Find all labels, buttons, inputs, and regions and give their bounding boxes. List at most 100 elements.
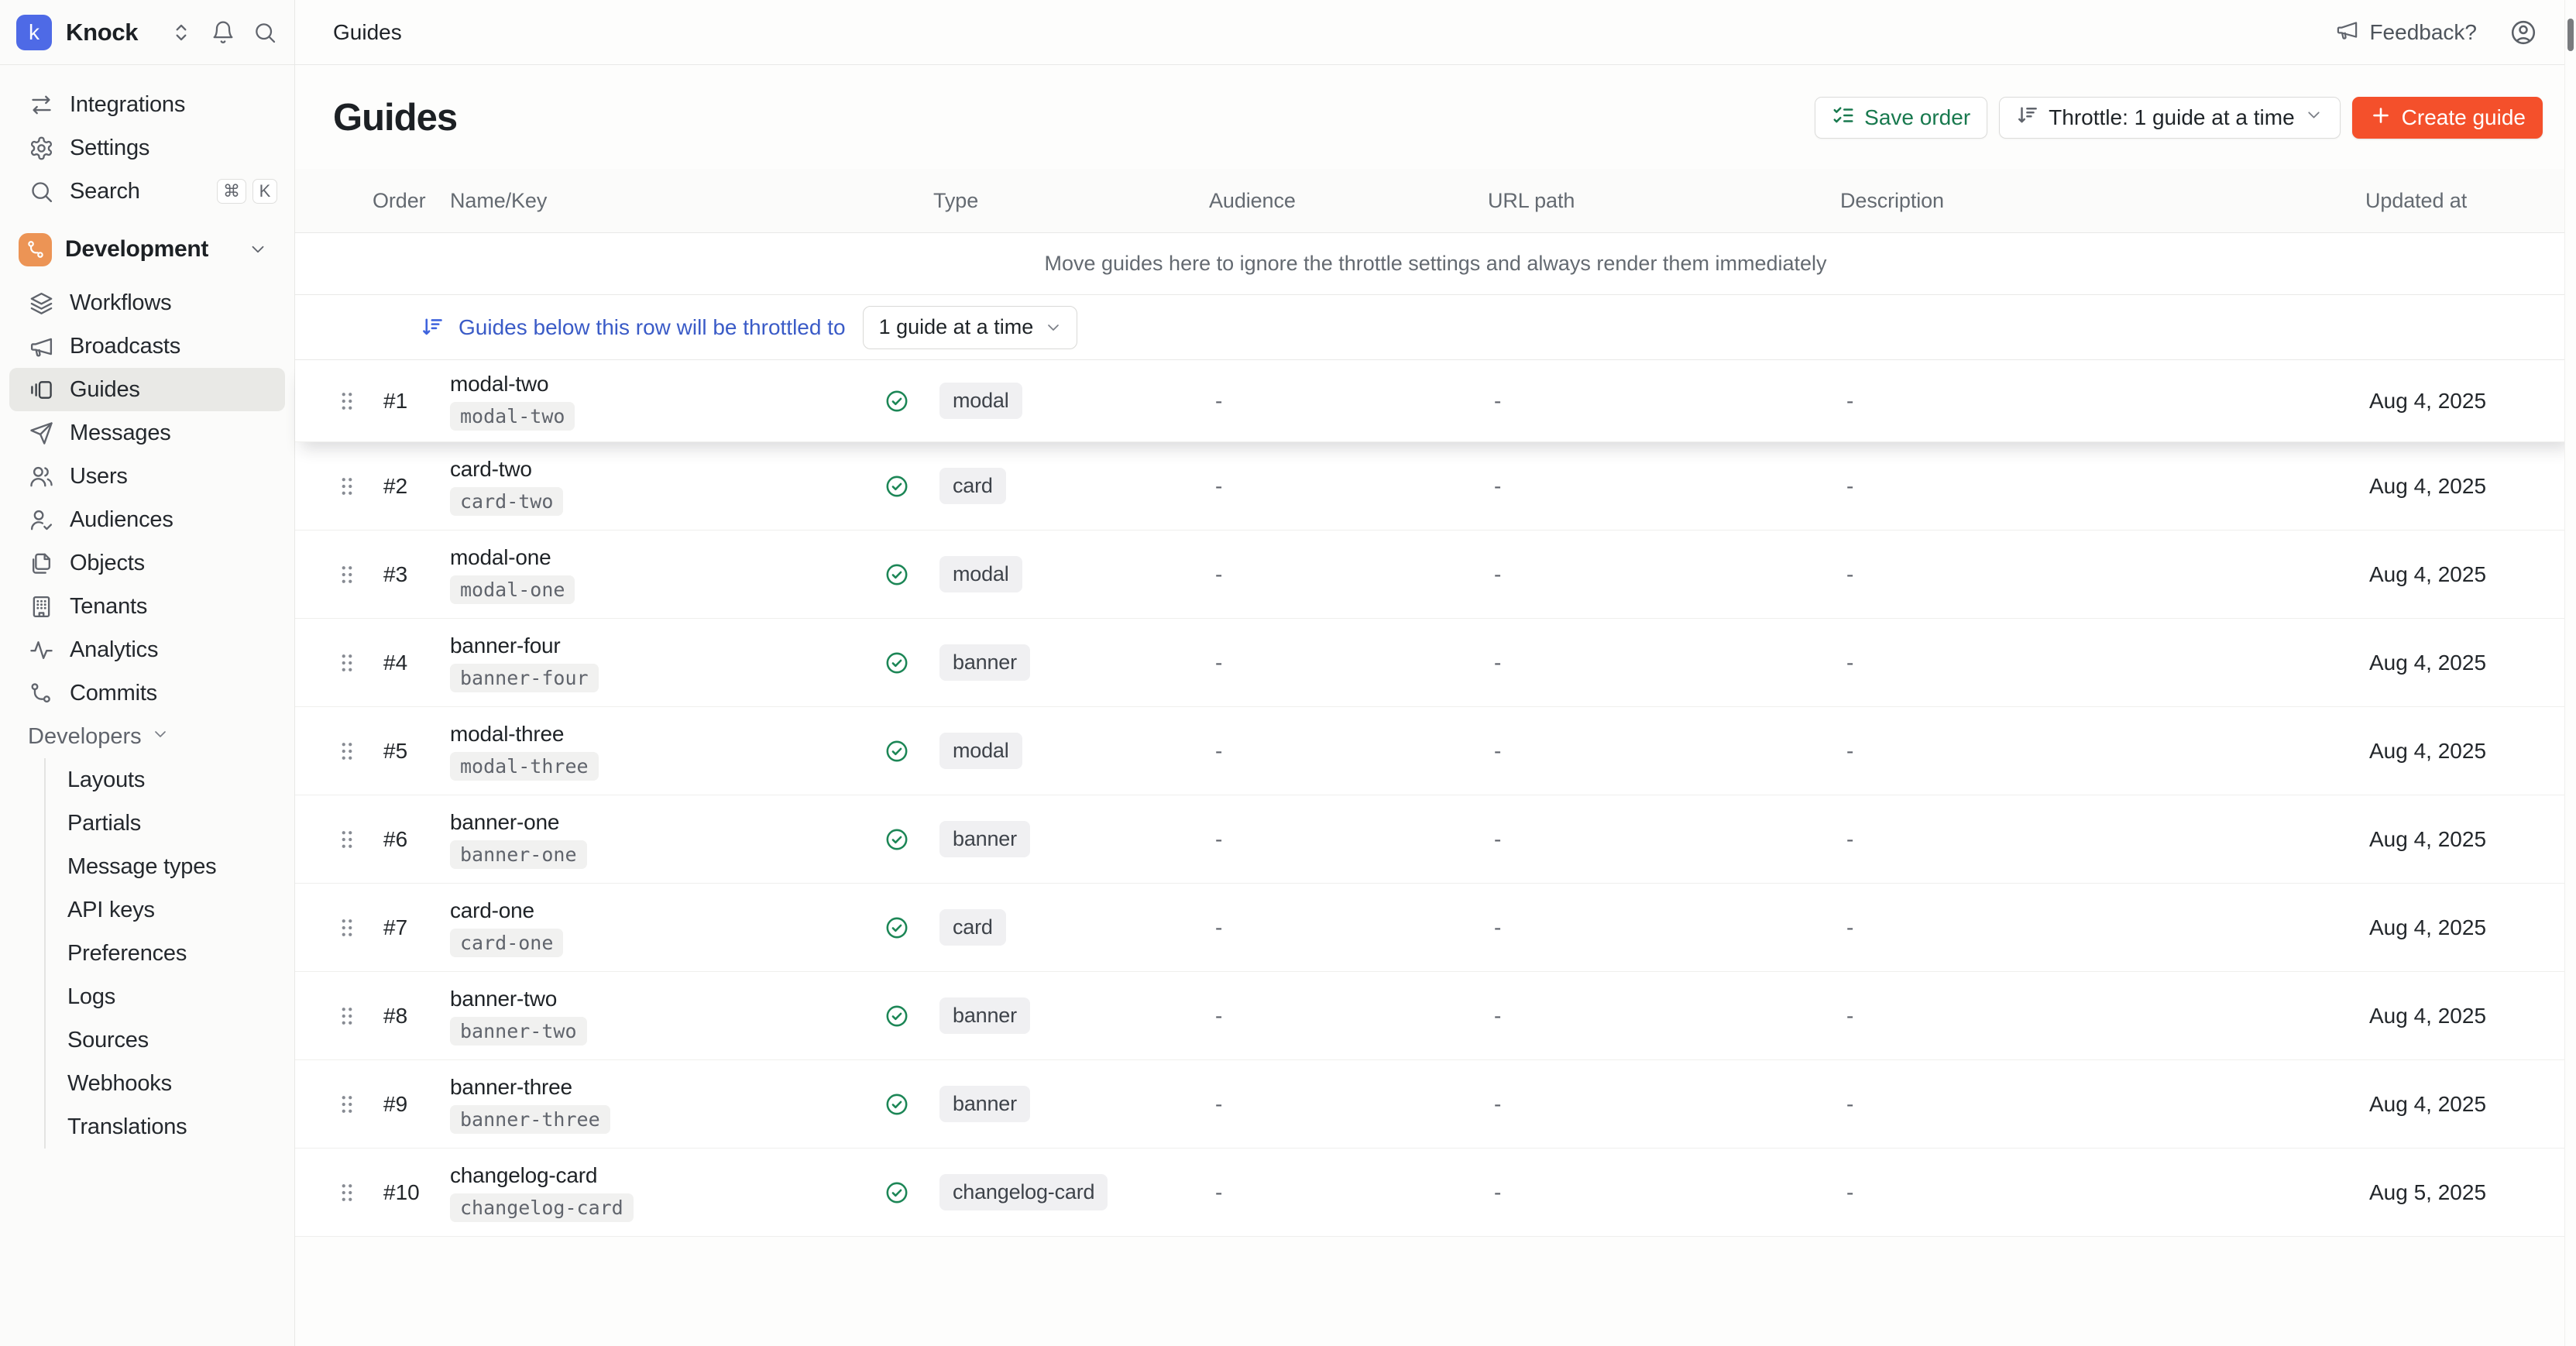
sidebar-item-analytics[interactable]: Analytics [0, 628, 294, 671]
sidebar-item-integrations[interactable]: Integrations [0, 83, 294, 126]
guide-name: card-one [450, 898, 534, 923]
notifications-bell-icon[interactable] [211, 20, 235, 45]
sidebar-item-label: Workflows [70, 290, 171, 316]
drag-handle-icon[interactable] [332, 1003, 368, 1029]
sidebar-subitem-translations[interactable]: Translations [46, 1105, 294, 1149]
guide-table-row[interactable]: #4 banner-four banner-four banner - - - … [295, 619, 2576, 707]
guide-order: #9 [368, 1092, 450, 1117]
sidebar-item-messages[interactable]: Messages [0, 411, 294, 455]
column-header-url-path: URL path [1488, 189, 1840, 213]
guide-description: - [1840, 474, 2359, 499]
guide-table-row[interactable]: #9 banner-three banner-three banner - - … [295, 1060, 2576, 1149]
sidebar-subitem-preferences[interactable]: Preferences [46, 932, 294, 975]
sidebar-subitem-partials[interactable]: Partials [46, 802, 294, 845]
drag-handle-icon[interactable] [332, 473, 368, 500]
guide-url-path: - [1488, 915, 1840, 940]
sidebar-item-workflows[interactable]: Workflows [0, 281, 294, 324]
sidebar-item-commits[interactable]: Commits [0, 671, 294, 715]
guide-key-badge: card-two [450, 487, 563, 516]
unthrottled-dropzone[interactable]: Move guides here to ignore the throttle … [295, 233, 2576, 295]
guide-updated-at: Aug 4, 2025 [2359, 1092, 2545, 1117]
throttle-setting-button[interactable]: Throttle: 1 guide at a time [1999, 97, 2341, 139]
column-header-type: Type [884, 189, 1209, 213]
guide-updated-at: Aug 5, 2025 [2359, 1180, 2545, 1205]
guide-table-row[interactable]: #8 banner-two banner-two banner - - - Au… [295, 972, 2576, 1060]
scrollbar-thumb[interactable] [2567, 19, 2574, 51]
environment-switcher[interactable]: Development [9, 225, 285, 273]
chevron-down-icon [1044, 318, 1063, 337]
drag-handle-icon[interactable] [332, 1091, 368, 1118]
gear-icon [28, 135, 54, 161]
sidebar-subitem-sources[interactable]: Sources [46, 1018, 294, 1062]
guide-name: banner-two [450, 987, 557, 1011]
sidebar-item-guides[interactable]: Guides [9, 368, 285, 411]
sidebar-nav: Integrations SettingsSearch⌘K Development… [0, 65, 294, 1149]
guide-key-badge: changelog-card [450, 1193, 634, 1222]
feedback-button[interactable]: Feedback? [2335, 18, 2477, 47]
guide-table-row[interactable]: #3 modal-one modal-one modal - - - Aug 4… [295, 531, 2576, 619]
sidebar-item-tenants[interactable]: Tenants [0, 585, 294, 628]
drag-handle-icon[interactable] [332, 1179, 368, 1206]
save-order-button[interactable]: Save order [1815, 97, 1987, 139]
guide-table-row[interactable]: #6 banner-one banner-one banner - - - Au… [295, 795, 2576, 884]
guide-url-path: - [1488, 739, 1840, 764]
guides-list: #1 modal-two modal-two modal - - - Aug 4… [295, 360, 2576, 1237]
sidebar-item-settings[interactable]: Settings [0, 126, 294, 170]
drag-handle-icon[interactable] [332, 826, 368, 853]
scrollbar-track[interactable] [2564, 0, 2576, 1346]
knock-logo[interactable]: k [16, 15, 52, 50]
drag-handle-icon[interactable] [332, 388, 368, 414]
guide-description: - [1840, 1180, 2359, 1205]
throttle-select-value: 1 guide at a time [879, 315, 1034, 339]
sidebar-subitem-api-keys[interactable]: API keys [46, 888, 294, 932]
guide-table-row[interactable]: #1 modal-two modal-two modal - - - Aug 4… [295, 360, 2576, 442]
user-avatar-icon[interactable] [2509, 19, 2537, 46]
sidebar-item-label: Tenants [70, 594, 147, 620]
search-icon[interactable] [252, 20, 277, 45]
guide-table-row[interactable]: #7 card-one card-one card - - - Aug 4, 2… [295, 884, 2576, 972]
guide-audience: - [1209, 474, 1488, 499]
guide-table-row[interactable]: #10 changelog-card changelog-card change… [295, 1149, 2576, 1237]
chevron-down-icon [142, 724, 170, 750]
sidebar-item-objects[interactable]: Objects [0, 541, 294, 585]
paper-plane-icon [28, 420, 54, 446]
throttle-divider-row: Guides below this row will be throttled … [295, 295, 2576, 360]
sidebar-item-users[interactable]: Users [0, 455, 294, 498]
main-content: Guides Feedback? Guides Save order Throt… [295, 0, 2576, 1346]
drag-handle-icon[interactable] [332, 650, 368, 676]
sidebar-item-label: Integrations [70, 92, 185, 118]
drag-handle-icon[interactable] [332, 561, 368, 588]
guide-order: #7 [368, 915, 450, 940]
workspace-switcher-icon[interactable] [169, 20, 194, 45]
guide-description: - [1840, 739, 2359, 764]
keycap-cmd: ⌘ [217, 179, 246, 204]
guide-table-row[interactable]: #2 card-two card-two card - - - Aug 4, 2… [295, 442, 2576, 531]
sidebar-subitem-message-types[interactable]: Message types [46, 845, 294, 888]
sidebar-item-label: Users [70, 464, 128, 489]
sidebar-item-label: Audiences [70, 507, 173, 533]
throttle-divider-text[interactable]: Guides below this row will be throttled … [459, 315, 846, 340]
drag-handle-icon[interactable] [332, 915, 368, 941]
sidebar-subitem-layouts[interactable]: Layouts [46, 758, 294, 802]
guide-description: - [1840, 651, 2359, 675]
sidebar-subitem-webhooks[interactable]: Webhooks [46, 1062, 294, 1105]
guide-table-row[interactable]: #5 modal-three modal-three modal - - - A… [295, 707, 2576, 795]
sidebar-item-audiences[interactable]: Audiences [0, 498, 294, 541]
guide-type-badge: banner [939, 1086, 1030, 1122]
guide-name: banner-four [450, 634, 561, 658]
page-header: Guides Save order Throttle: 1 guide at a… [295, 65, 2576, 169]
developers-section-toggle[interactable]: Developers [0, 715, 294, 758]
sidebar-item-search[interactable]: Search⌘K [0, 170, 294, 213]
megaphone-icon [2335, 18, 2359, 47]
sidebar-item-label: Analytics [70, 637, 158, 663]
arrows-swap-icon [28, 91, 54, 118]
app-window: k Knock IntegrationsSettingsSearch⌘K Dev… [0, 0, 2576, 1346]
sidebar-subitem-logs[interactable]: Logs [46, 975, 294, 1018]
drag-handle-icon[interactable] [332, 738, 368, 764]
guide-url-path: - [1488, 1092, 1840, 1117]
create-guide-button[interactable]: Create guide [2352, 97, 2543, 139]
chevron-down-icon [2304, 105, 2324, 130]
sort-descending-icon [421, 315, 445, 339]
throttle-value-select[interactable]: 1 guide at a time [863, 306, 1078, 349]
sidebar-item-broadcasts[interactable]: Broadcasts [0, 324, 294, 368]
